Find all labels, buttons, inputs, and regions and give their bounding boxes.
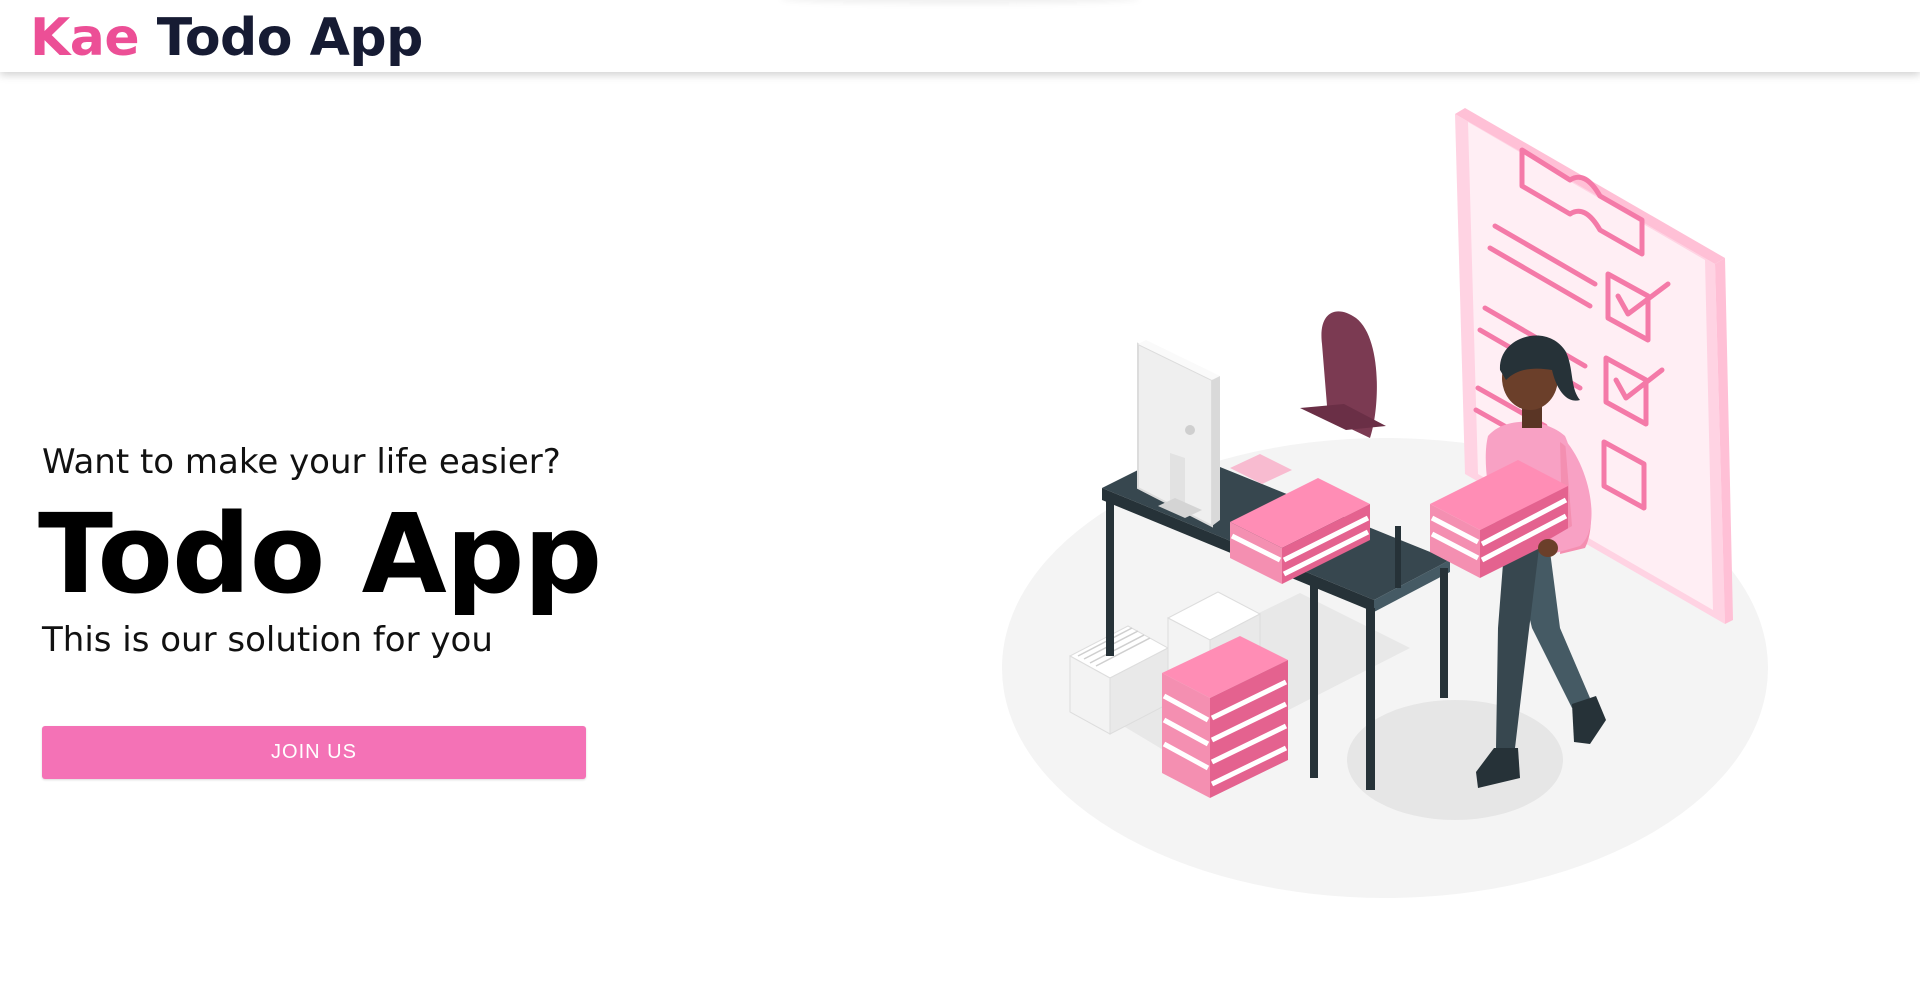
navbar: Kae Todo App	[0, 0, 1920, 72]
brand-logo[interactable]: Kae Todo App	[30, 6, 423, 70]
brand-accent: Kae	[30, 8, 140, 68]
hero-tagline: Want to make your life easier?	[42, 442, 561, 482]
nav-shadow-decoration	[780, 0, 1140, 4]
brand-name: Todo App	[139, 8, 424, 68]
hero-title: Todo App	[38, 490, 602, 618]
todo-illustration-icon	[1002, 108, 1768, 898]
join-us-button[interactable]: JOIN US	[42, 726, 586, 779]
hero-section: Want to make your life easier? Todo App …	[38, 440, 602, 662]
hero-subtitle: This is our solution for you	[42, 620, 493, 660]
